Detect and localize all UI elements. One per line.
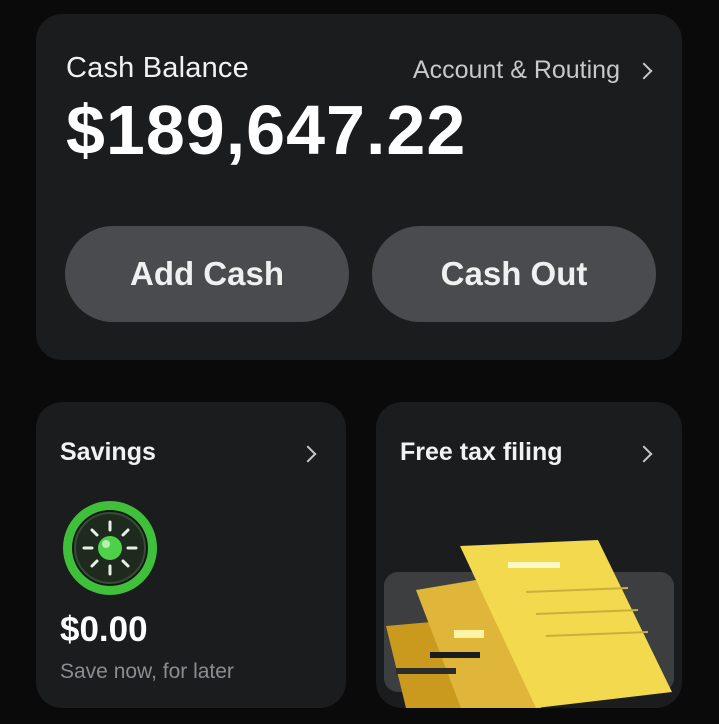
sun-coin-icon	[63, 501, 157, 595]
savings-amount: $0.00	[60, 610, 148, 649]
add-cash-button[interactable]: Add Cash	[65, 226, 349, 322]
cash-out-button[interactable]: Cash Out	[372, 226, 656, 322]
tax-filing-title: Free tax filing	[400, 438, 563, 466]
cash-balance-title: Cash Balance	[66, 52, 249, 84]
chevron-right-icon	[299, 445, 317, 463]
chevron-right-icon	[635, 62, 653, 79]
savings-caption: Save now, for later	[60, 660, 234, 683]
chevron-right-icon	[635, 445, 653, 463]
cash-app-home: Cash Balance Account & Routing $189,647.…	[0, 0, 719, 724]
cash-balance-card: Cash Balance Account & Routing $189,647.…	[36, 14, 682, 360]
cash-balance-amount: $189,647.22	[66, 91, 467, 169]
account-routing-link[interactable]: Account & Routing	[413, 56, 654, 85]
account-routing-label: Account & Routing	[412, 56, 620, 84]
savings-card[interactable]: Savings $0.00 Save now, for later	[36, 402, 346, 708]
savings-title: Savings	[60, 438, 156, 466]
tax-documents-icon	[384, 540, 674, 708]
free-tax-filing-card[interactable]: Free tax filing	[376, 402, 682, 708]
